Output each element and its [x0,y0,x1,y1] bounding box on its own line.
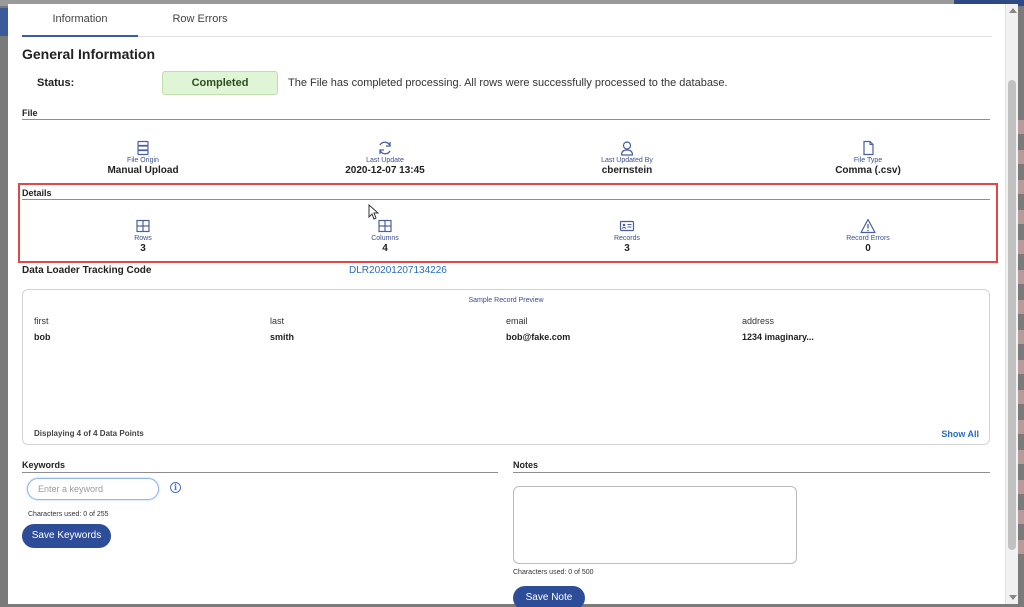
stat-value: cbernstein [601,165,653,176]
column-header: address [742,316,775,326]
tab-bar: Information Row Errors [22,4,992,37]
save-keywords-button[interactable]: Save Keywords [22,524,111,548]
modal-scrollbar[interactable] [1005,4,1018,604]
keywords-title: Keywords [22,460,66,470]
stat-last-update: Last Update 2020-12-07 13:45 [285,140,485,176]
stat-value: Comma (.csv) [835,165,901,176]
refresh-icon [379,141,391,155]
scrollbar-thumb[interactable] [1008,80,1016,550]
stat-rows: Rows 3 [43,218,243,254]
columns-icon [378,219,392,233]
keywords-char-count: Characters used: 0 of 255 [28,511,109,518]
file-section-divider [22,119,990,120]
tab-row-errors[interactable]: Row Errors [138,4,262,37]
server-icon [137,140,149,156]
stat-value: 0 [865,243,871,254]
sample-record-preview: Sample Record Preview first bob last smi… [22,289,990,445]
stat-label: File Type [853,157,883,164]
column-header: last [270,316,285,326]
stat-label: Last Updated By [601,157,653,164]
mouse-cursor-icon [368,204,379,220]
preview-count-text: Displaying 4 of 4 Data Points [34,429,144,438]
preview-column-last: last smith [270,316,294,342]
stat-file-type: File Type Comma (.csv) [768,140,968,176]
status-badge: Completed [162,71,278,95]
details-section-title: Details [22,188,52,198]
stat-record-errors: Record Errors 0 [768,218,968,254]
general-information-heading: General Information [22,46,156,62]
stat-records: Records 3 [527,218,727,254]
id-card-icon [619,220,635,232]
stat-value: 4 [382,243,388,254]
show-all-link[interactable]: Show All [941,429,979,439]
stat-last-updated-by: Last Updated By cbernstein [527,140,727,176]
preview-column-email: email bob@fake.com [506,316,570,342]
notes-char-count: Characters used: 0 of 500 [513,569,594,576]
column-value: smith [270,332,295,342]
column-value: bob [34,332,51,342]
stat-value: 3 [624,243,630,254]
scroll-down-icon[interactable] [1009,595,1017,600]
stat-value: 2020-12-07 13:45 [345,165,425,176]
user-icon [620,141,634,156]
details-section-divider [22,199,990,200]
table-icon [136,219,150,233]
column-value: bob@fake.com [506,332,571,342]
stat-columns: Columns 4 [285,218,485,254]
save-note-button[interactable]: Save Note [513,586,585,607]
preview-title: Sample Record Preview [468,297,544,304]
stat-file-origin: File Origin Manual Upload [43,140,243,176]
tracking-code-link[interactable]: DLR20201207134226 [349,265,447,276]
stat-label: Last Update [366,157,404,164]
notes-divider [513,472,990,473]
preview-column-address: address 1234 imaginary... [742,316,814,342]
stat-label: Record Errors [846,235,890,242]
tab-information[interactable]: Information [22,4,138,37]
column-header: email [506,316,528,326]
preview-column-first: first bob [34,316,51,342]
info-icon[interactable]: i [170,482,181,493]
stat-label: Columns [371,235,399,242]
notes-textarea[interactable] [513,486,797,564]
stat-label: Records [613,235,641,242]
stat-label: Rows [134,235,152,242]
file-section-title: File [22,108,38,118]
status-message: The File has completed processing. All r… [288,77,728,89]
stat-label: File Origin [127,157,159,164]
stat-value: 3 [140,243,146,254]
scroll-up-icon[interactable] [1009,8,1017,13]
background-app-table-edge [1018,120,1024,580]
notes-title: Notes [513,460,539,470]
column-header: first [34,316,49,326]
tracking-code-label: Data Loader Tracking Code [22,265,152,276]
status-label: Status: [37,77,75,89]
column-value: 1234 imaginary... [742,332,814,342]
keywords-divider [22,472,498,473]
warning-icon [860,218,876,234]
keyword-input[interactable] [27,478,159,500]
stat-value: Manual Upload [107,165,179,176]
file-details-modal: Information Row Errors General Informati… [8,4,1018,607]
document-icon [863,140,874,156]
